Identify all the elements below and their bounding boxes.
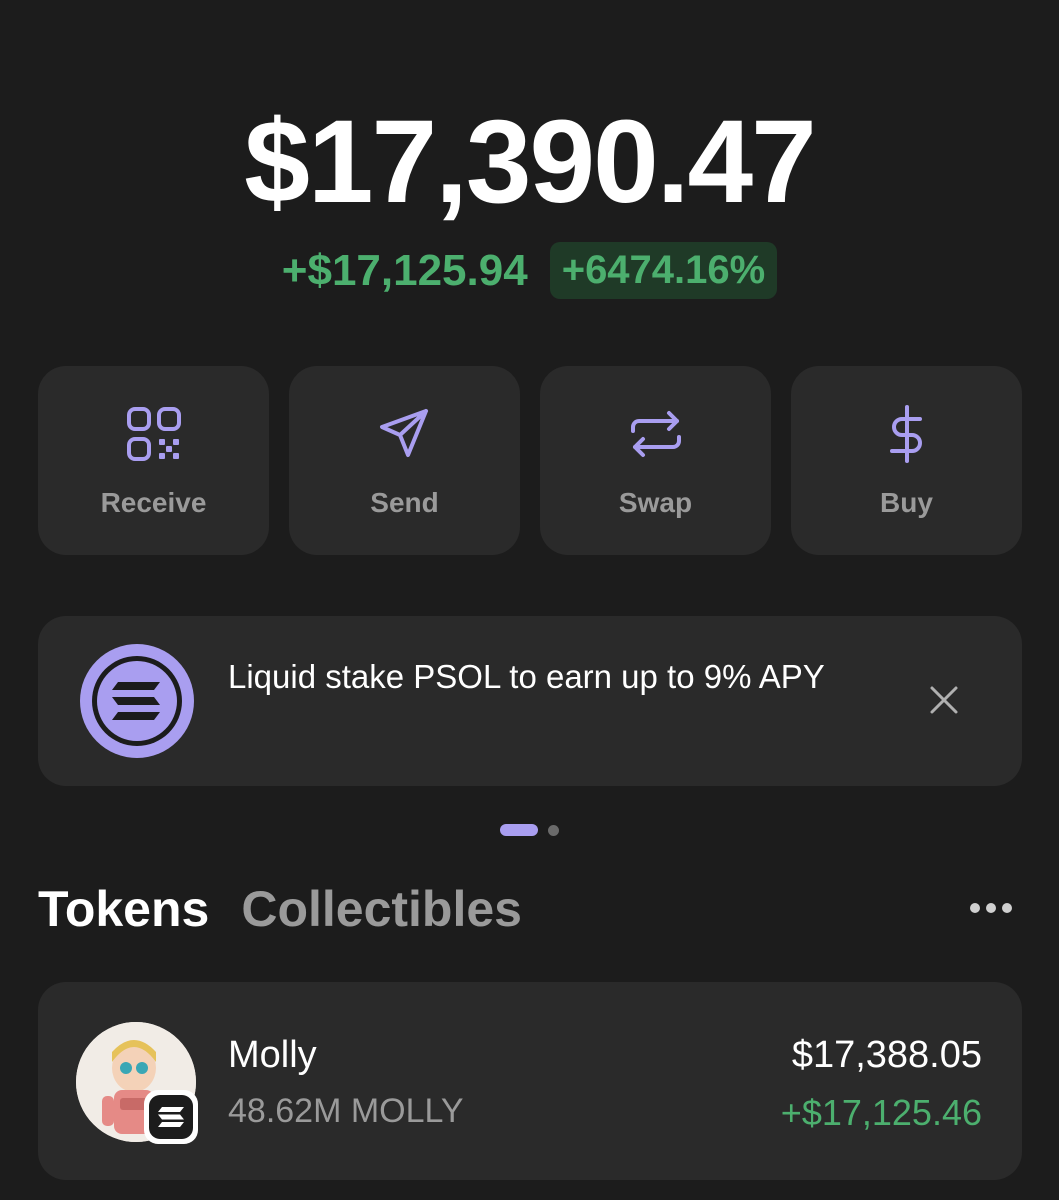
promo-text: Liquid stake PSOL to earn up to 9% APY — [228, 658, 825, 695]
chain-badge — [144, 1090, 198, 1144]
promo-banner[interactable]: Liquid stake PSOL to earn up to 9% APY — [38, 616, 1022, 786]
solana-icon — [80, 644, 194, 758]
carousel-dot[interactable] — [548, 824, 559, 836]
tab-tokens[interactable]: Tokens — [38, 880, 209, 938]
change-percent-badge: +6474.16% — [549, 242, 778, 299]
receive-button[interactable]: Receive — [38, 366, 269, 555]
token-value: $17,388.05 — [791, 1034, 982, 1076]
tab-collectibles[interactable]: Collectibles — [241, 880, 522, 938]
token-row[interactable]: Molly 48.62M MOLLY $17,388.05 +$17,125.4… — [38, 982, 1022, 1180]
token-name: Molly — [228, 1034, 317, 1076]
portfolio-balance: $17,390.47 — [244, 96, 817, 228]
change-amount: +$17,125.94 — [281, 245, 528, 295]
close-icon[interactable] — [928, 684, 960, 716]
quick-actions: Receive Send Swap Buy — [38, 366, 1022, 555]
portfolio-change: +$17,125.94 +6474.16% — [0, 242, 1059, 299]
asset-tabs: Tokens Collectibles — [38, 880, 522, 938]
qr-code-icon — [126, 406, 181, 461]
swap-button[interactable]: Swap — [540, 366, 771, 555]
solana-icon — [158, 1107, 184, 1127]
receive-label: Receive — [100, 486, 207, 518]
send-arrow-icon — [379, 408, 428, 457]
send-label: Send — [370, 486, 439, 518]
token-amount: 48.62M MOLLY — [228, 1092, 464, 1130]
token-change: +$17,125.46 — [780, 1092, 982, 1133]
dollar-icon — [889, 404, 922, 463]
more-options-icon[interactable] — [967, 898, 1015, 918]
swap-label: Swap — [618, 486, 693, 518]
carousel-indicator — [0, 824, 1059, 836]
buy-button[interactable]: Buy — [791, 366, 1022, 555]
buy-label: Buy — [880, 486, 933, 518]
swap-arrows-icon — [630, 410, 681, 457]
send-button[interactable]: Send — [289, 366, 520, 555]
carousel-dot-active[interactable] — [500, 824, 538, 836]
